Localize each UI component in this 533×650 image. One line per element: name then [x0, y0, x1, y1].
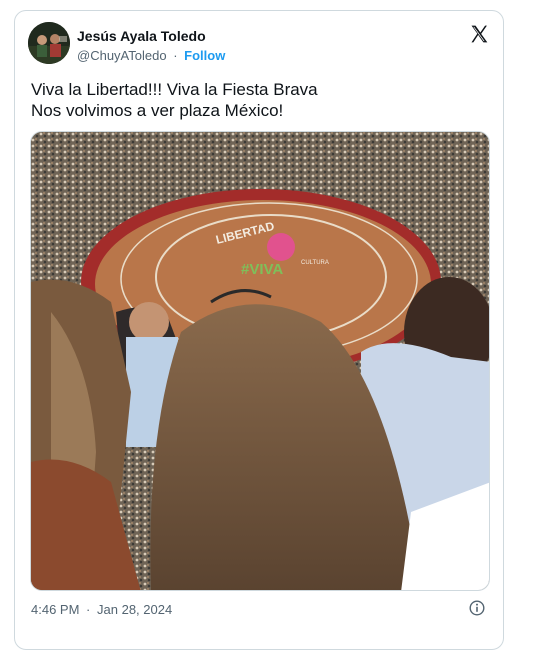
handle-separator: ·	[173, 48, 178, 63]
tweet-date: Jan 28, 2024	[97, 602, 173, 617]
x-logo-icon[interactable]	[469, 24, 489, 44]
tweet-text-line: Viva la Libertad!!! Viva la Fiesta Brava	[31, 80, 318, 99]
tweet-text-line: Nos volvimos a ver plaza México!	[31, 101, 284, 120]
avatar[interactable]	[28, 22, 70, 64]
follow-button[interactable]: Follow	[184, 48, 225, 63]
author-handle-row: @ChuyAToledo · Follow	[77, 48, 225, 63]
tweet-photo[interactable]: LIBERTAD CULTURA #VIVA	[30, 131, 490, 591]
author-handle[interactable]: @ChuyAToledo	[77, 48, 167, 63]
timestamp-separator: ·	[86, 602, 91, 617]
tweet-time: 4:46 PM	[31, 602, 80, 617]
tweet-timestamp[interactable]: 4:46 PM · Jan 28, 2024	[31, 602, 172, 617]
arena-sign-mid: CULTURA	[301, 260, 329, 266]
avatar-image	[28, 22, 70, 64]
tweet-text: Viva la Libertad!!! Viva la Fiesta Brava…	[31, 79, 481, 121]
arena-sign-bottom: #VIVA	[241, 261, 283, 278]
info-icon[interactable]	[469, 600, 485, 616]
author-display-name[interactable]: Jesús Ayala Toledo	[77, 28, 206, 44]
tweet-card[interactable]: Jesús Ayala Toledo @ChuyAToledo · Follow…	[14, 10, 504, 650]
